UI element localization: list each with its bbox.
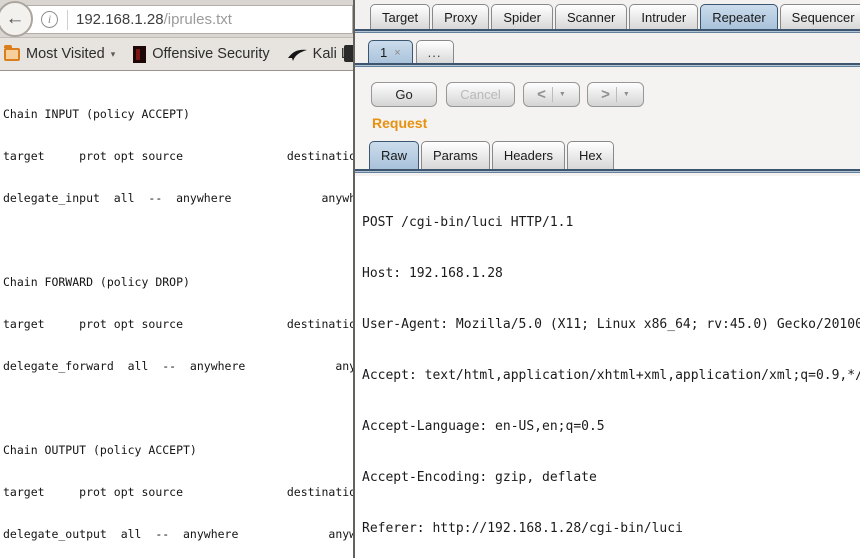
text-line: target prot opt source destination <box>3 485 353 499</box>
url-host: 192.168.1.28 <box>76 11 164 28</box>
text-line: Chain INPUT (policy ACCEPT) <box>3 107 353 121</box>
partial-bookmark-icon[interactable] <box>344 45 353 62</box>
bookmarks-toolbar: Most Visited ▾ Offensive Security Kali L… <box>0 38 353 71</box>
bookmark-most-visited[interactable]: Most Visited <box>26 46 105 62</box>
tab-bar-divider <box>355 29 860 33</box>
request-line: Host: 192.168.1.28 <box>355 265 860 282</box>
tab-sequencer[interactable]: Sequencer <box>780 4 860 29</box>
url-path: /iprules.txt <box>164 11 232 28</box>
tab-raw[interactable]: Raw <box>369 141 419 169</box>
request-line: Accept-Encoding: gzip, deflate <box>355 469 860 486</box>
text-line: delegate_input all -- anywhere anywhere <box>3 191 353 205</box>
text-line: Chain FORWARD (policy DROP) <box>3 275 353 289</box>
repeater-tab-1[interactable]: 1 × <box>368 40 413 64</box>
cancel-button[interactable]: Cancel <box>446 82 515 107</box>
more-tabs-label: ... <box>428 45 442 60</box>
back-arrow-icon: ← <box>6 8 25 30</box>
close-icon[interactable]: × <box>394 47 400 59</box>
tab-target[interactable]: Target <box>370 4 430 29</box>
text-line: delegate_forward all -- anywhere anywher… <box>3 359 353 373</box>
request-line: Accept: text/html,application/xhtml+xml,… <box>355 367 860 384</box>
text-line: Chain OUTPUT (policy ACCEPT) <box>3 443 353 457</box>
offensive-security-icon <box>133 46 146 63</box>
firefox-window: i 192.168.1.28/iprules.txt ← Most Visite… <box>0 0 353 558</box>
tab-headers[interactable]: Headers <box>492 141 565 169</box>
request-view-tabs: Raw Params Headers Hex <box>369 141 614 169</box>
previous-request-button[interactable]: < ▼ <box>523 82 580 107</box>
button-divider <box>616 87 617 102</box>
button-divider <box>552 87 553 102</box>
tab-bar-divider-2 <box>355 63 860 67</box>
text-line <box>3 233 353 247</box>
tab-params[interactable]: Params <box>421 141 490 169</box>
chevron-down-icon[interactable]: ▼ <box>623 91 630 98</box>
request-section-title: Request <box>372 115 427 131</box>
view-tab-divider <box>355 169 860 173</box>
burp-main-tabs: Target Proxy Spider Scanner Intruder Rep… <box>370 4 860 29</box>
repeater-request-tabs: 1 × ... <box>368 40 454 64</box>
tab-scanner[interactable]: Scanner <box>555 4 627 29</box>
iptables-output-text: Chain INPUT (policy ACCEPT) target prot … <box>3 79 353 558</box>
request-editor[interactable]: POST /cgi-bin/luci HTTP/1.1 Host: 192.16… <box>355 176 860 558</box>
left-arrow-icon: < <box>537 86 546 103</box>
screen: i 192.168.1.28/iprules.txt ← Most Visite… <box>0 0 860 558</box>
text-line: target prot opt source destination <box>3 317 353 331</box>
site-info-icon[interactable]: i <box>41 11 58 28</box>
bookmark-offensive-security[interactable]: Offensive Security <box>152 46 269 62</box>
tab-repeater[interactable]: Repeater <box>700 4 777 29</box>
tab-spider[interactable]: Spider <box>491 4 553 29</box>
tab-proxy[interactable]: Proxy <box>432 4 489 29</box>
request-line: User-Agent: Mozilla/5.0 (X11; Linux x86_… <box>355 316 860 333</box>
request-line: Referer: http://192.168.1.28/cgi-bin/luc… <box>355 520 860 537</box>
iprules-page: Chain INPUT (policy ACCEPT) target prot … <box>0 71 353 558</box>
text-line: target prot opt source destination <box>3 149 353 163</box>
go-button[interactable]: Go <box>371 82 437 107</box>
repeater-panel: Go Cancel < ▼ > ▼ Request Raw Params Hea… <box>355 70 860 558</box>
url-text[interactable]: 192.168.1.28/iprules.txt <box>76 11 232 28</box>
right-arrow-icon: > <box>601 86 610 103</box>
browser-nav-toolbar: i 192.168.1.28/iprules.txt ← <box>0 0 353 38</box>
chevron-down-icon[interactable]: ▾ <box>111 49 116 60</box>
burp-suite-window: Target Proxy Spider Scanner Intruder Rep… <box>353 0 860 558</box>
repeater-tab-more[interactable]: ... <box>416 40 454 64</box>
tab-hex[interactable]: Hex <box>567 141 614 169</box>
request-line: Accept-Language: en-US,en;q=0.5 <box>355 418 860 435</box>
text-line: delegate_output all -- anywhere anywhere <box>3 527 353 541</box>
next-request-button[interactable]: > ▼ <box>587 82 644 107</box>
url-separator <box>67 10 68 30</box>
chevron-down-icon[interactable]: ▼ <box>559 91 566 98</box>
tab-intruder[interactable]: Intruder <box>629 4 698 29</box>
repeater-tab-1-label: 1 <box>380 45 387 60</box>
most-visited-folder-icon <box>4 48 20 61</box>
text-line <box>3 401 353 415</box>
request-line: POST /cgi-bin/luci HTTP/1.1 <box>355 214 860 231</box>
kali-linux-icon <box>288 46 308 62</box>
url-bar[interactable]: i 192.168.1.28/iprules.txt <box>24 5 353 34</box>
